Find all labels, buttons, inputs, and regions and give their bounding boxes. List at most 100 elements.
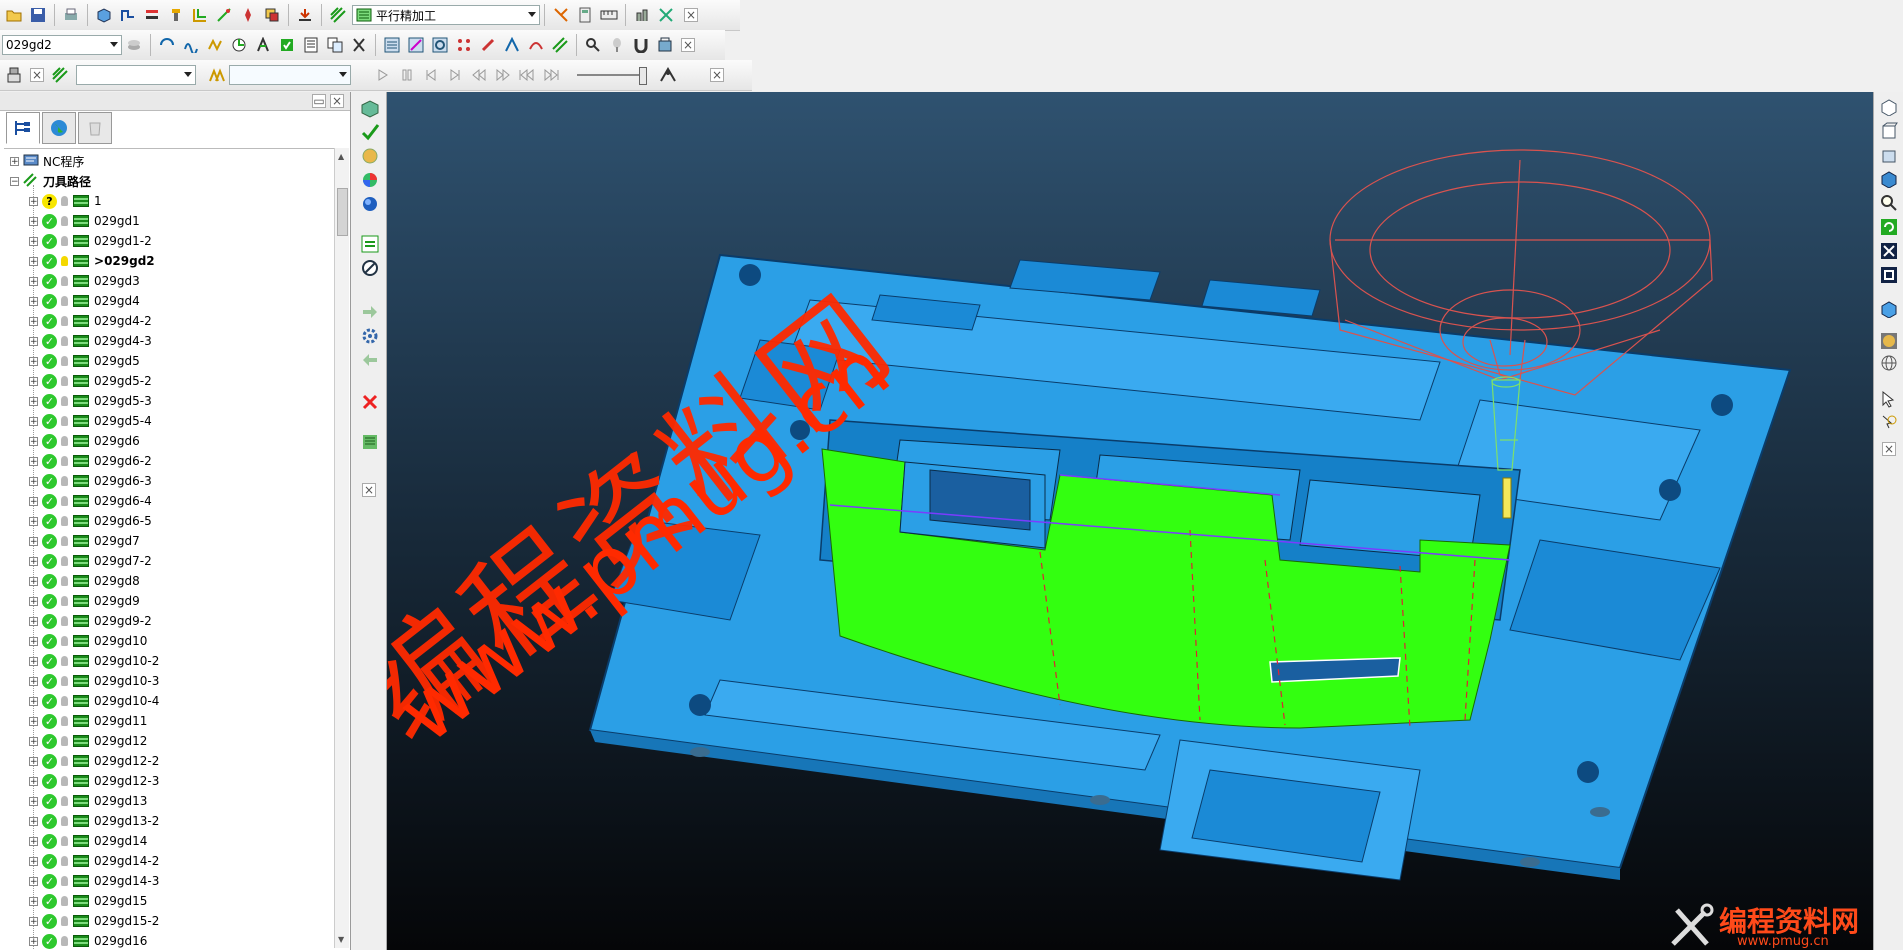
go-start-icon[interactable] bbox=[516, 64, 538, 86]
toolpath-item[interactable]: + ✓ 029gd14 bbox=[29, 831, 147, 851]
lightbulb-icon[interactable] bbox=[61, 756, 68, 766]
end-point-icon[interactable] bbox=[228, 34, 250, 56]
toolpath-item[interactable]: + ✓ 029gd6-2 bbox=[29, 451, 152, 471]
expand-icon[interactable]: + bbox=[29, 776, 38, 786]
offset-icon[interactable] bbox=[405, 34, 427, 56]
restore-icon[interactable]: ▭ bbox=[312, 94, 326, 108]
projection-icon[interactable] bbox=[501, 34, 523, 56]
lightbulb-icon[interactable] bbox=[61, 876, 68, 886]
slider-thumb[interactable] bbox=[639, 67, 647, 85]
lightbulb-icon[interactable] bbox=[61, 216, 68, 226]
expand-icon[interactable]: + bbox=[29, 916, 38, 926]
expand-icon[interactable]: + bbox=[29, 216, 38, 226]
strategy-icon[interactable] bbox=[49, 64, 71, 86]
close-icon[interactable]: × bbox=[330, 94, 344, 108]
toolpath-item[interactable]: + ✓ 029gd7 bbox=[29, 531, 140, 551]
scroll-down-icon[interactable]: ▼ bbox=[338, 935, 344, 944]
toolpath-item[interactable]: + ✓ 029gd6-3 bbox=[29, 471, 152, 491]
chevron-down-icon[interactable] bbox=[184, 72, 192, 77]
finish-icon[interactable] bbox=[549, 34, 571, 56]
lightbulb-icon[interactable] bbox=[61, 936, 68, 946]
operation-combo[interactable]: 平行精加工 bbox=[352, 5, 540, 25]
expand-icon[interactable]: + bbox=[29, 276, 38, 286]
measure-icon[interactable] bbox=[598, 4, 620, 26]
level-icon[interactable] bbox=[261, 4, 283, 26]
strategy-icon[interactable] bbox=[327, 4, 349, 26]
toolpath-item[interactable]: + ✓ 029gd6-4 bbox=[29, 491, 152, 511]
fit-icon[interactable] bbox=[1880, 242, 1898, 260]
lightbulb-icon[interactable] bbox=[61, 656, 68, 666]
toolpath-item[interactable]: + ✓ 029gd4 bbox=[29, 291, 140, 311]
material-icon[interactable] bbox=[1880, 332, 1898, 350]
expand-icon[interactable]: + bbox=[29, 476, 38, 486]
expand-icon[interactable]: + bbox=[29, 236, 38, 246]
zoom-box-icon[interactable] bbox=[1880, 266, 1898, 284]
wireframe-icon[interactable] bbox=[1880, 354, 1898, 372]
toolpath-item[interactable]: + ✓ 029gd9-2 bbox=[29, 611, 152, 631]
shading-icon[interactable] bbox=[1880, 300, 1898, 319]
lightbulb-icon[interactable] bbox=[61, 736, 68, 746]
tab-explorer[interactable] bbox=[6, 112, 40, 144]
stack-icon[interactable] bbox=[123, 34, 145, 56]
expand-icon[interactable]: + bbox=[29, 456, 38, 466]
expand-icon[interactable]: + bbox=[29, 536, 38, 546]
block-icon[interactable] bbox=[93, 4, 115, 26]
fast-forward-icon[interactable] bbox=[492, 64, 514, 86]
expand-icon[interactable]: + bbox=[29, 356, 38, 366]
toolpath-item[interactable]: + ✓ 029gd7-2 bbox=[29, 551, 152, 571]
lightbulb-icon[interactable] bbox=[61, 336, 68, 346]
toolpath-item[interactable]: + ✓ 029gd5 bbox=[29, 351, 140, 371]
toolpath-item[interactable]: + ✓ 029gd1-2 bbox=[29, 231, 152, 251]
arrow-left-icon[interactable] bbox=[360, 350, 380, 370]
chevron-down-icon[interactable] bbox=[110, 42, 118, 47]
close-icon[interactable]: × bbox=[1882, 442, 1896, 456]
expand-icon[interactable]: + bbox=[29, 696, 38, 706]
expand-icon[interactable]: + bbox=[29, 716, 38, 726]
pattern-icon[interactable] bbox=[213, 4, 235, 26]
swap-icon[interactable] bbox=[360, 234, 380, 254]
expand-icon[interactable]: + bbox=[29, 636, 38, 646]
lightbulb-icon[interactable] bbox=[61, 716, 68, 726]
toolpath-item[interactable]: + ✓ 029gd12 bbox=[29, 731, 147, 751]
refresh-icon[interactable] bbox=[1880, 218, 1898, 236]
open-icon[interactable] bbox=[3, 4, 25, 26]
step-back-icon[interactable] bbox=[420, 64, 442, 86]
lasso-icon[interactable] bbox=[1880, 414, 1898, 432]
lightbulb-icon[interactable] bbox=[61, 356, 68, 366]
start-point-icon[interactable] bbox=[204, 34, 226, 56]
lightbulb-icon[interactable] bbox=[61, 476, 68, 486]
lightbulb-icon[interactable] bbox=[61, 616, 68, 626]
lightbulb-icon[interactable] bbox=[61, 576, 68, 586]
step-forward-icon[interactable] bbox=[444, 64, 466, 86]
select-icon[interactable] bbox=[1880, 390, 1898, 408]
expand-icon[interactable]: + bbox=[29, 936, 38, 946]
expand-icon[interactable]: + bbox=[29, 376, 38, 386]
close-icon[interactable]: × bbox=[30, 68, 44, 82]
edit-tool-icon[interactable] bbox=[631, 4, 653, 26]
lightbulb-icon[interactable] bbox=[61, 836, 68, 846]
featureset-icon[interactable] bbox=[237, 4, 259, 26]
expand-icon[interactable]: + bbox=[29, 576, 38, 586]
leads-icon[interactable] bbox=[156, 34, 178, 56]
lightbulb-icon[interactable] bbox=[61, 196, 68, 206]
toolpath-item[interactable]: + ✓ 029gd9 bbox=[29, 591, 140, 611]
toolpath-item[interactable]: + ✓ 029gd10-4 bbox=[29, 691, 159, 711]
toolpath-item[interactable]: + ✓ 029gd10-3 bbox=[29, 671, 159, 691]
toolpath-item[interactable]: + ✓ 029gd16 bbox=[29, 931, 147, 949]
calculator-icon[interactable] bbox=[574, 4, 596, 26]
toolpath-item[interactable]: + ✓ 029gd12-3 bbox=[29, 771, 159, 791]
toolpath-item[interactable]: + ✓ 029gd14-2 bbox=[29, 851, 159, 871]
expand-icon[interactable]: + bbox=[29, 396, 38, 406]
lightbulb-icon[interactable] bbox=[61, 596, 68, 606]
tool-holder-icon[interactable] bbox=[206, 64, 228, 86]
raster-icon[interactable] bbox=[381, 34, 403, 56]
arrow-right-icon[interactable] bbox=[360, 302, 380, 322]
tab-globe[interactable] bbox=[42, 112, 76, 144]
toolpath-item[interactable]: + ✓ 029gd6 bbox=[29, 431, 140, 451]
combo-b[interactable] bbox=[229, 65, 351, 85]
tree-scrollbar[interactable]: ▲ ▼ bbox=[334, 148, 349, 948]
expand-icon[interactable]: + bbox=[29, 796, 38, 806]
expand-icon[interactable]: + bbox=[29, 336, 38, 346]
tool-icon[interactable] bbox=[165, 4, 187, 26]
toolpath-item[interactable]: + ✓ 029gd8 bbox=[29, 571, 140, 591]
